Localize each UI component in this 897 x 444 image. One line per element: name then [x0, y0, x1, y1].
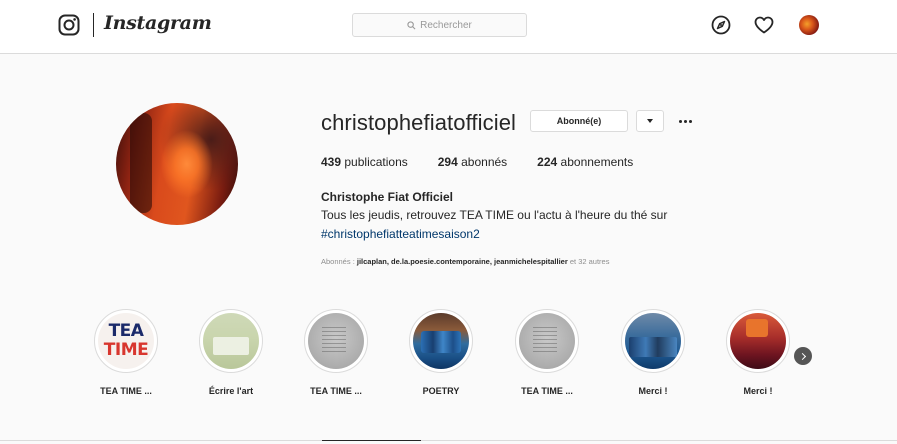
- profile-username: christophefiatofficiel: [321, 110, 517, 135]
- highlight-item[interactable]: POETRY: [396, 309, 486, 404]
- highlight-cover-detail: [213, 337, 249, 355]
- highlight-item[interactable]: Merci !: [608, 309, 698, 404]
- highlight-cover-image: [519, 313, 575, 369]
- highlight-label: TEA TIME ...: [310, 386, 362, 396]
- search-placeholder: Rechercher: [420, 19, 472, 31]
- bio-text: Tous les jeudis, retrouvez TEA TIME ou l…: [321, 208, 668, 222]
- posts-count: 439: [321, 155, 342, 169]
- highlight-item[interactable]: Écrire l'art: [186, 309, 276, 404]
- top-navigation-bar: Instagram Rechercher: [0, 0, 897, 54]
- highlight-cover-text: TIME: [103, 340, 149, 360]
- highlight-cover-image: [413, 313, 469, 369]
- following-button[interactable]: Abonné(e): [530, 110, 628, 132]
- tabs-divider: [0, 440, 897, 441]
- highlight-cover-detail: [533, 327, 557, 353]
- highlight-label: TEA TIME ...: [521, 386, 573, 396]
- highlight-cover-ring: [621, 309, 685, 373]
- bio-full-name: Christophe Fiat Officiel: [321, 190, 454, 204]
- highlight-cover-image: [625, 313, 681, 369]
- highlight-cover-image: TEA TIME: [98, 313, 154, 369]
- explore-compass-icon[interactable]: [710, 14, 732, 36]
- profile-picture[interactable]: [116, 103, 238, 225]
- highlight-cover-detail: [322, 327, 346, 353]
- stat-followers[interactable]: 294 abonnés: [438, 155, 507, 169]
- following-label: abonnements: [560, 155, 634, 169]
- ellipsis-dot-icon: [683, 119, 687, 123]
- stat-posts: 439 publications: [321, 155, 408, 169]
- highlight-cover-ring: [199, 309, 263, 373]
- highlight-cover-ring: TEA TIME: [94, 309, 158, 373]
- highlight-label: POETRY: [422, 386, 460, 396]
- following-count: 224: [537, 155, 558, 169]
- highlight-item[interactable]: Merci !: [713, 309, 803, 404]
- followed-by-prefix: Abonnés :: [321, 257, 357, 266]
- profile-picture-shadow: [130, 113, 152, 213]
- chevron-down-icon: [647, 119, 653, 123]
- search-input[interactable]: Rechercher: [352, 13, 527, 37]
- highlight-label: Merci !: [743, 386, 773, 396]
- profile-stats: 439 publications 294 abonnés 224 abonnem…: [321, 155, 663, 169]
- heart-icon[interactable]: [753, 14, 775, 36]
- bio-hashtag-link[interactable]: #christophefiatteatimesaison2: [321, 227, 480, 241]
- instagram-wordmark[interactable]: Instagram: [104, 12, 212, 34]
- highlight-cover-image: [203, 313, 259, 369]
- more-options-button[interactable]: [676, 110, 694, 132]
- followed-by-line[interactable]: Abonnés : jilcaplan, de.la.poesie.contem…: [321, 257, 609, 266]
- suggestions-dropdown-button[interactable]: [636, 110, 664, 132]
- highlight-label: Merci !: [638, 386, 668, 396]
- followers-label: abonnés: [461, 155, 508, 169]
- highlight-cover-image: [308, 313, 364, 369]
- followed-by-users: jilcaplan, de.la.poesie.contemporaine, j…: [356, 257, 568, 266]
- highlight-cover-ring: [409, 309, 473, 373]
- search-icon: [407, 20, 416, 29]
- highlight-cover-ring: [304, 309, 368, 373]
- highlight-item[interactable]: TEA TIME TEA TIME ...: [81, 309, 171, 404]
- ellipsis-dot-icon: [678, 119, 682, 123]
- highlight-cover-detail: [746, 319, 768, 337]
- posts-label: publications: [344, 155, 408, 169]
- instagram-glyph-icon[interactable]: [58, 14, 80, 36]
- followed-by-suffix: et 32 autres: [567, 257, 610, 266]
- logo-divider: [93, 13, 94, 37]
- highlight-cover-detail: [629, 337, 677, 357]
- highlight-cover-detail: [421, 331, 461, 353]
- highlight-item[interactable]: TEA TIME ...: [502, 309, 592, 404]
- followers-count: 294: [437, 155, 458, 169]
- highlight-cover-ring: [726, 309, 790, 373]
- highlight-label: TEA TIME ...: [100, 386, 152, 396]
- highlight-cover-ring: [515, 309, 579, 373]
- highlight-cover-image: [730, 313, 786, 369]
- user-avatar[interactable]: [799, 15, 819, 35]
- highlight-item[interactable]: TEA TIME ...: [291, 309, 381, 404]
- highlight-label: Écrire l'art: [208, 386, 254, 396]
- active-tab-indicator: [322, 440, 421, 441]
- highlights-next-button[interactable]: [794, 347, 812, 365]
- stat-following[interactable]: 224 abonnements: [537, 155, 633, 169]
- ellipsis-dot-icon: [688, 119, 692, 123]
- highlight-cover-text: TEA: [108, 321, 144, 341]
- chevron-right-icon: [798, 352, 806, 360]
